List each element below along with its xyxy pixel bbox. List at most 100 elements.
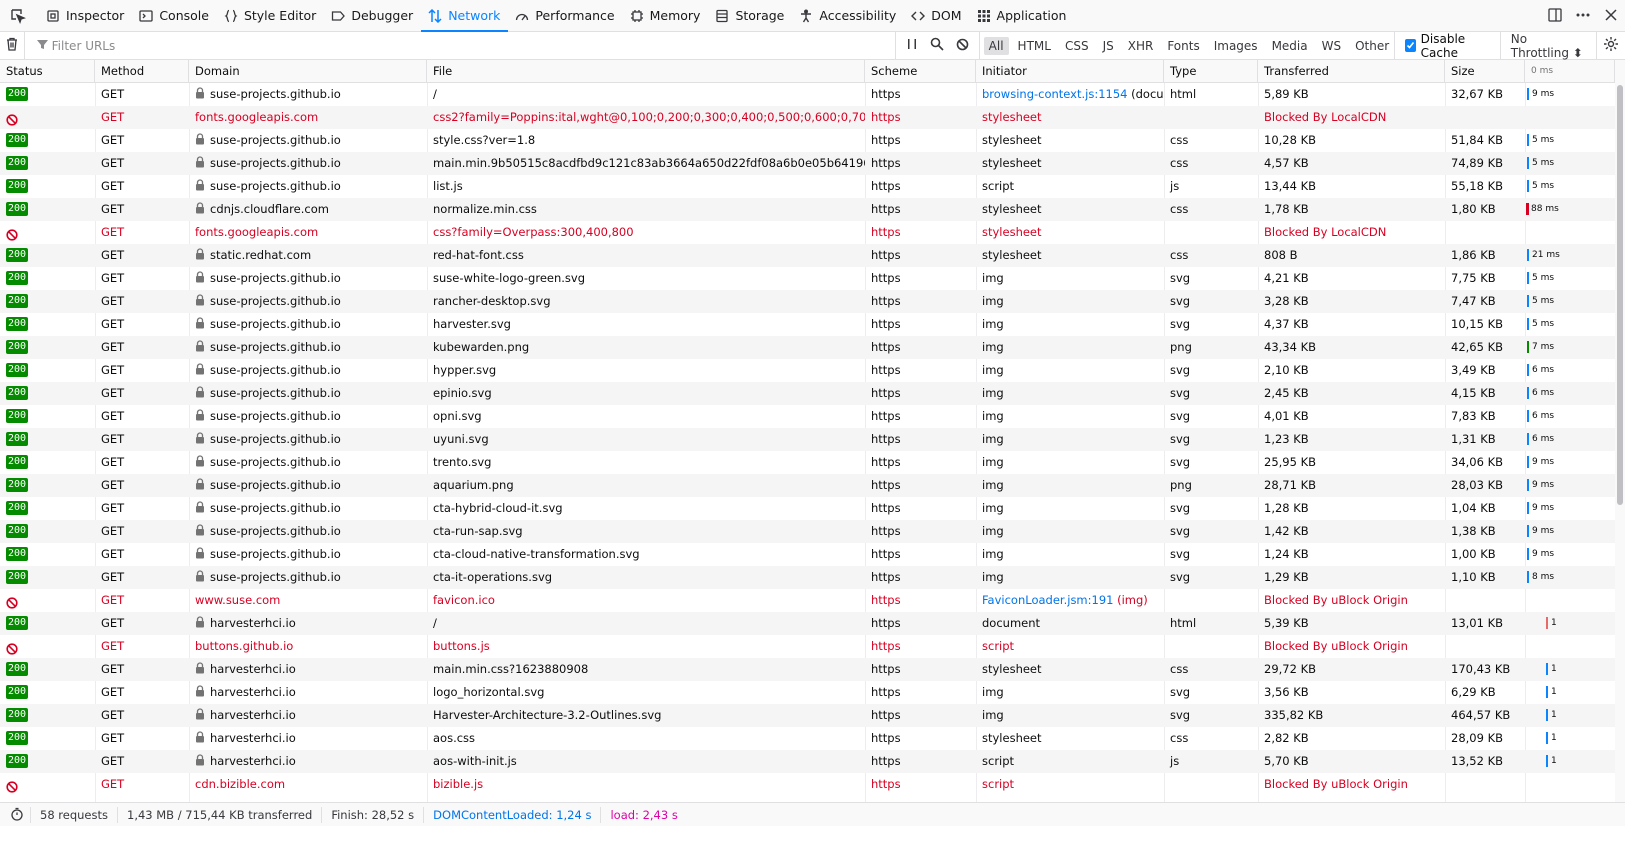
tab-label: Memory: [649, 8, 701, 23]
filter-type-all[interactable]: All: [983, 36, 1009, 55]
table-row[interactable]: 200 GET suse-projects.github.io cta-it-oper…: [0, 566, 1615, 589]
table-row[interactable]: 200 GET suse-projects.github.io suse-white-…: [0, 267, 1615, 290]
tab-style-editor[interactable]: Style Editor: [217, 0, 324, 32]
column-header-method[interactable]: Method: [95, 60, 189, 83]
table-row[interactable]: 200 GET suse-projects.github.io hypper.svg h…: [0, 359, 1615, 382]
scrollbar-thumb[interactable]: [1617, 85, 1623, 505]
tab-console[interactable]: Console: [132, 0, 217, 32]
filter-type-media[interactable]: Media: [1267, 37, 1313, 55]
tab-inspector[interactable]: Inspector: [39, 0, 132, 32]
initiator-link[interactable]: browsing-context.js:1154: [982, 87, 1127, 101]
table-row[interactable]: 200 GET suse-projects.github.io opni.svg htt…: [0, 405, 1615, 428]
filter-type-css[interactable]: CSS: [1060, 37, 1094, 55]
table-row[interactable]: GET cdn.bizible.com bizible.js https script B…: [0, 773, 1615, 796]
filter-urls-field[interactable]: [25, 32, 895, 60]
column-header-file[interactable]: File: [427, 60, 865, 83]
column-header-type[interactable]: Type: [1164, 60, 1258, 83]
tab-debugger[interactable]: Debugger: [324, 0, 421, 32]
tab-network[interactable]: Network: [421, 0, 509, 32]
column-header-initiator[interactable]: Initiator: [976, 60, 1164, 83]
tab-application[interactable]: Application: [970, 0, 1075, 32]
tab-performance[interactable]: Performance: [508, 0, 622, 32]
table-row[interactable]: 200 GET harvesterhci.io logo_horizontal.svg…: [0, 681, 1615, 704]
status-badge: 200: [6, 409, 29, 423]
filter-type-ws[interactable]: WS: [1317, 37, 1346, 55]
cell-timing: 5 ms: [1525, 290, 1615, 313]
pause-icon[interactable]: [906, 38, 918, 53]
domain-text: fonts.googleapis.com: [195, 225, 319, 239]
initiator-link[interactable]: FaviconLoader.jsm:191: [982, 593, 1113, 607]
filter-type-images[interactable]: Images: [1209, 37, 1263, 55]
search-icon[interactable]: [930, 37, 944, 54]
table-row[interactable]: GET fonts.googleapis.com css?family=Overpa…: [0, 221, 1615, 244]
table-row[interactable]: 200 GET suse-projects.github.io cta-hybrid-…: [0, 497, 1615, 520]
table-row[interactable]: 200 GET suse-projects.github.io aquarium.pn…: [0, 474, 1615, 497]
table-row[interactable]: 200 GET harvesterhci.io aos.css https stylesh…: [0, 727, 1615, 750]
table-row[interactable]: 200 GET suse-projects.github.io uyuni.svg ht…: [0, 428, 1615, 451]
tab-storage[interactable]: Storage: [708, 0, 792, 32]
table-row[interactable]: GET buttons.github.io buttons.js https scrip…: [0, 635, 1615, 658]
cell-timing: 6 ms: [1525, 428, 1615, 451]
tab-memory[interactable]: Memory: [623, 0, 709, 32]
tab-accessibility[interactable]: Accessibility: [792, 0, 904, 32]
throttling-select[interactable]: No Throttling ⬍: [1499, 31, 1596, 60]
cell-file: epinio.svg: [433, 386, 492, 400]
cell-timing: 6 ms: [1525, 359, 1615, 382]
lock-icon: [195, 452, 205, 467]
close-icon[interactable]: [1603, 7, 1619, 26]
cell-method: GET: [101, 133, 125, 147]
table-row[interactable]: 200 GET suse-projects.github.io rancher-des…: [0, 290, 1615, 313]
vertical-scrollbar[interactable]: [1615, 60, 1625, 826]
element-picker-button[interactable]: [6, 0, 39, 32]
column-header-domain[interactable]: Domain: [189, 60, 427, 83]
filter-type-js[interactable]: JS: [1098, 37, 1119, 55]
filter-type-xhr[interactable]: XHR: [1123, 37, 1159, 55]
filter-type-html[interactable]: HTML: [1013, 37, 1056, 55]
request-type-filters: All HTML CSS JS XHR Fonts Images Media WS Other: [978, 31, 1395, 60]
tab-dom[interactable]: DOM: [904, 0, 969, 32]
table-row[interactable]: 200 GET static.redhat.com red-hat-font.css h…: [0, 244, 1615, 267]
table-row[interactable]: 200 GET suse-projects.github.io cta-cloud-n…: [0, 543, 1615, 566]
block-requests-icon[interactable]: [956, 38, 969, 54]
column-header-scheme[interactable]: Scheme: [865, 60, 976, 83]
cell-domain: static.redhat.com: [189, 244, 427, 267]
filter-type-other[interactable]: Other: [1350, 37, 1394, 55]
column-header-status[interactable]: Status: [0, 60, 95, 83]
cell-timing: 5 ms: [1525, 267, 1615, 290]
table-row[interactable]: GET fonts.googleapis.com css2?family=Poppi…: [0, 106, 1615, 129]
filter-type-fonts[interactable]: Fonts: [1162, 37, 1204, 55]
table-row[interactable]: GET www.suse.com favicon.ico https FaviconLo…: [0, 589, 1615, 612]
table-row[interactable]: 200 GET suse-projects.github.io kubewarden.…: [0, 336, 1615, 359]
table-row[interactable]: 200 GET suse-projects.github.io cta-run-sap…: [0, 520, 1615, 543]
cell-scheme: https: [871, 593, 901, 607]
table-row[interactable]: 200 GET suse-projects.github.io list.js http…: [0, 175, 1615, 198]
table-row[interactable]: 200 GET suse-projects.github.io style.css?v…: [0, 129, 1615, 152]
table-row[interactable]: 200 GET suse-projects.github.io main.min.9b…: [0, 152, 1615, 175]
column-header-size[interactable]: Size: [1445, 60, 1525, 83]
network-settings-button[interactable]: [1596, 31, 1625, 60]
checkbox-checked-icon[interactable]: [1405, 39, 1416, 52]
cell-size: 1,86 KB: [1451, 248, 1496, 262]
cell-scheme: https: [871, 708, 901, 722]
dock-icon[interactable]: [1547, 7, 1563, 26]
column-header-transferred[interactable]: Transferred: [1258, 60, 1445, 83]
table-row[interactable]: 200 GET harvesterhci.io Harvester-Architect…: [0, 704, 1615, 727]
column-header-waterfall[interactable]: 0 ms: [1525, 60, 1615, 83]
cell-transferred: Blocked By LocalCDN: [1264, 225, 1387, 239]
lock-icon: [195, 544, 205, 559]
table-row[interactable]: 200 GET suse-projects.github.io harvester.s…: [0, 313, 1615, 336]
status-badge: 200: [6, 662, 29, 676]
filter-urls-input[interactable]: [51, 38, 852, 53]
performance-analysis-button[interactable]: [0, 806, 31, 823]
table-row[interactable]: 200 GET suse-projects.github.io / https brows…: [0, 83, 1615, 106]
disable-cache-toggle[interactable]: Disable Cache: [1394, 31, 1500, 60]
table-row[interactable]: 200 GET suse-projects.github.io trento.svg h…: [0, 451, 1615, 474]
table-row[interactable]: 200 GET cdnjs.cloudflare.com normalize.min.…: [0, 198, 1615, 221]
table-row[interactable]: 200 GET harvesterhci.io main.min.css?162388…: [0, 658, 1615, 681]
more-options-icon[interactable]: [1575, 7, 1591, 26]
table-row[interactable]: 200 GET suse-projects.github.io epinio.svg h…: [0, 382, 1615, 405]
table-row[interactable]: 200 GET harvesterhci.io aos-with-init.js htt…: [0, 750, 1615, 773]
clear-button[interactable]: [0, 31, 25, 60]
cell-file: cta-cloud-native-transformation.svg: [433, 547, 640, 561]
table-row[interactable]: 200 GET harvesterhci.io / https document html 5…: [0, 612, 1615, 635]
